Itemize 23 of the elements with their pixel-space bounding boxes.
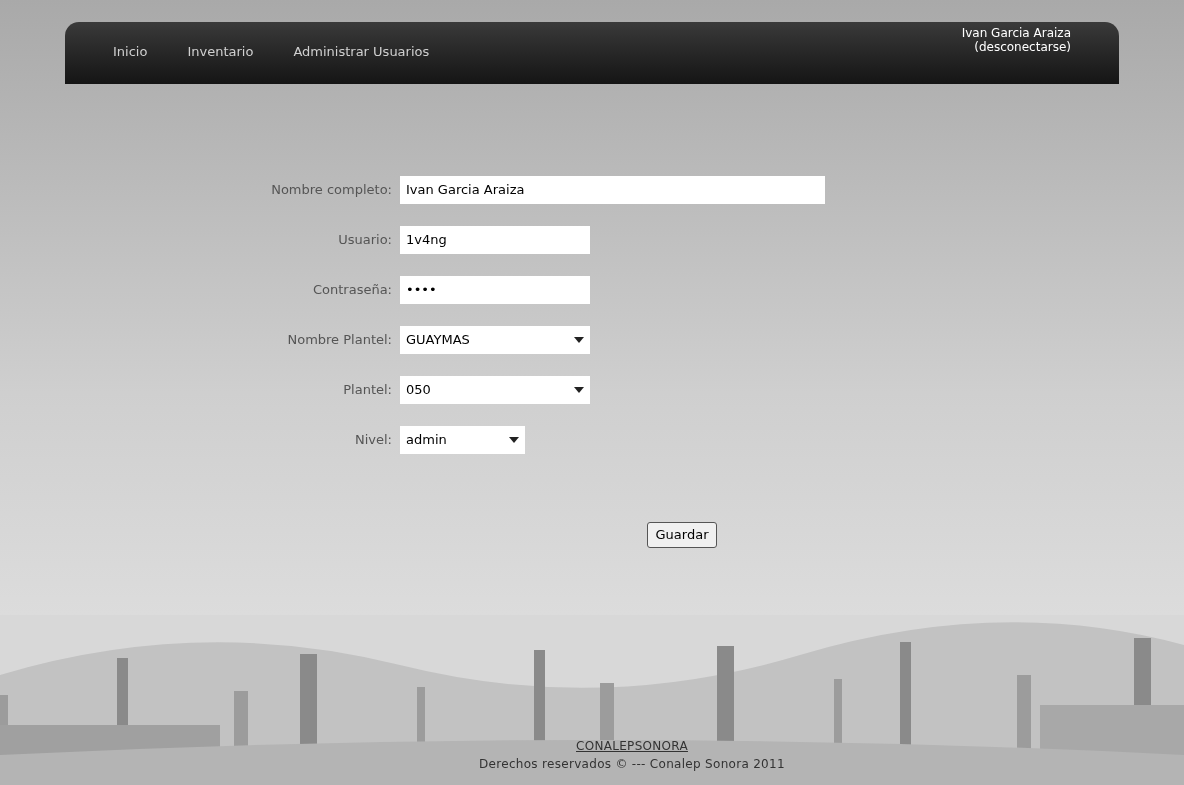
user-name: Ivan Garcia Araiza (961, 26, 1071, 40)
field-label: Nombre completo: (270, 181, 393, 200)
copyright-text: Derechos reservados © --- Conalep Sonora 2011 (479, 756, 785, 773)
caret-icon (574, 337, 584, 343)
field-label: Contraseña: (311, 281, 393, 300)
logout-link[interactable]: (desconectarse) (974, 40, 1071, 54)
field-label: Plantel: (342, 381, 393, 400)
footer-link[interactable]: CONALEPSONORA (576, 737, 688, 755)
field-label: Usuario: (337, 231, 393, 250)
save-button[interactable]: Guardar (646, 522, 718, 548)
field-label: Nivel: (353, 431, 393, 450)
input-field[interactable]: Ivan Garcia Araiza (400, 176, 825, 204)
input-field[interactable]: 1v4ng (400, 226, 590, 254)
field-label: Nombre Plantel: (286, 331, 393, 350)
nav-link[interactable]: Administrar Usuarios (293, 42, 430, 62)
caret-icon (509, 437, 519, 443)
select-field[interactable]: 050 (400, 376, 590, 404)
select-field[interactable]: admin (400, 426, 525, 454)
caret-icon (574, 387, 584, 393)
input-field[interactable]: •••• (400, 276, 590, 304)
nav-link[interactable]: Inicio (113, 42, 148, 62)
select-field[interactable]: GUAYMAS (400, 326, 590, 354)
nav-link[interactable]: Inventario (187, 42, 254, 62)
